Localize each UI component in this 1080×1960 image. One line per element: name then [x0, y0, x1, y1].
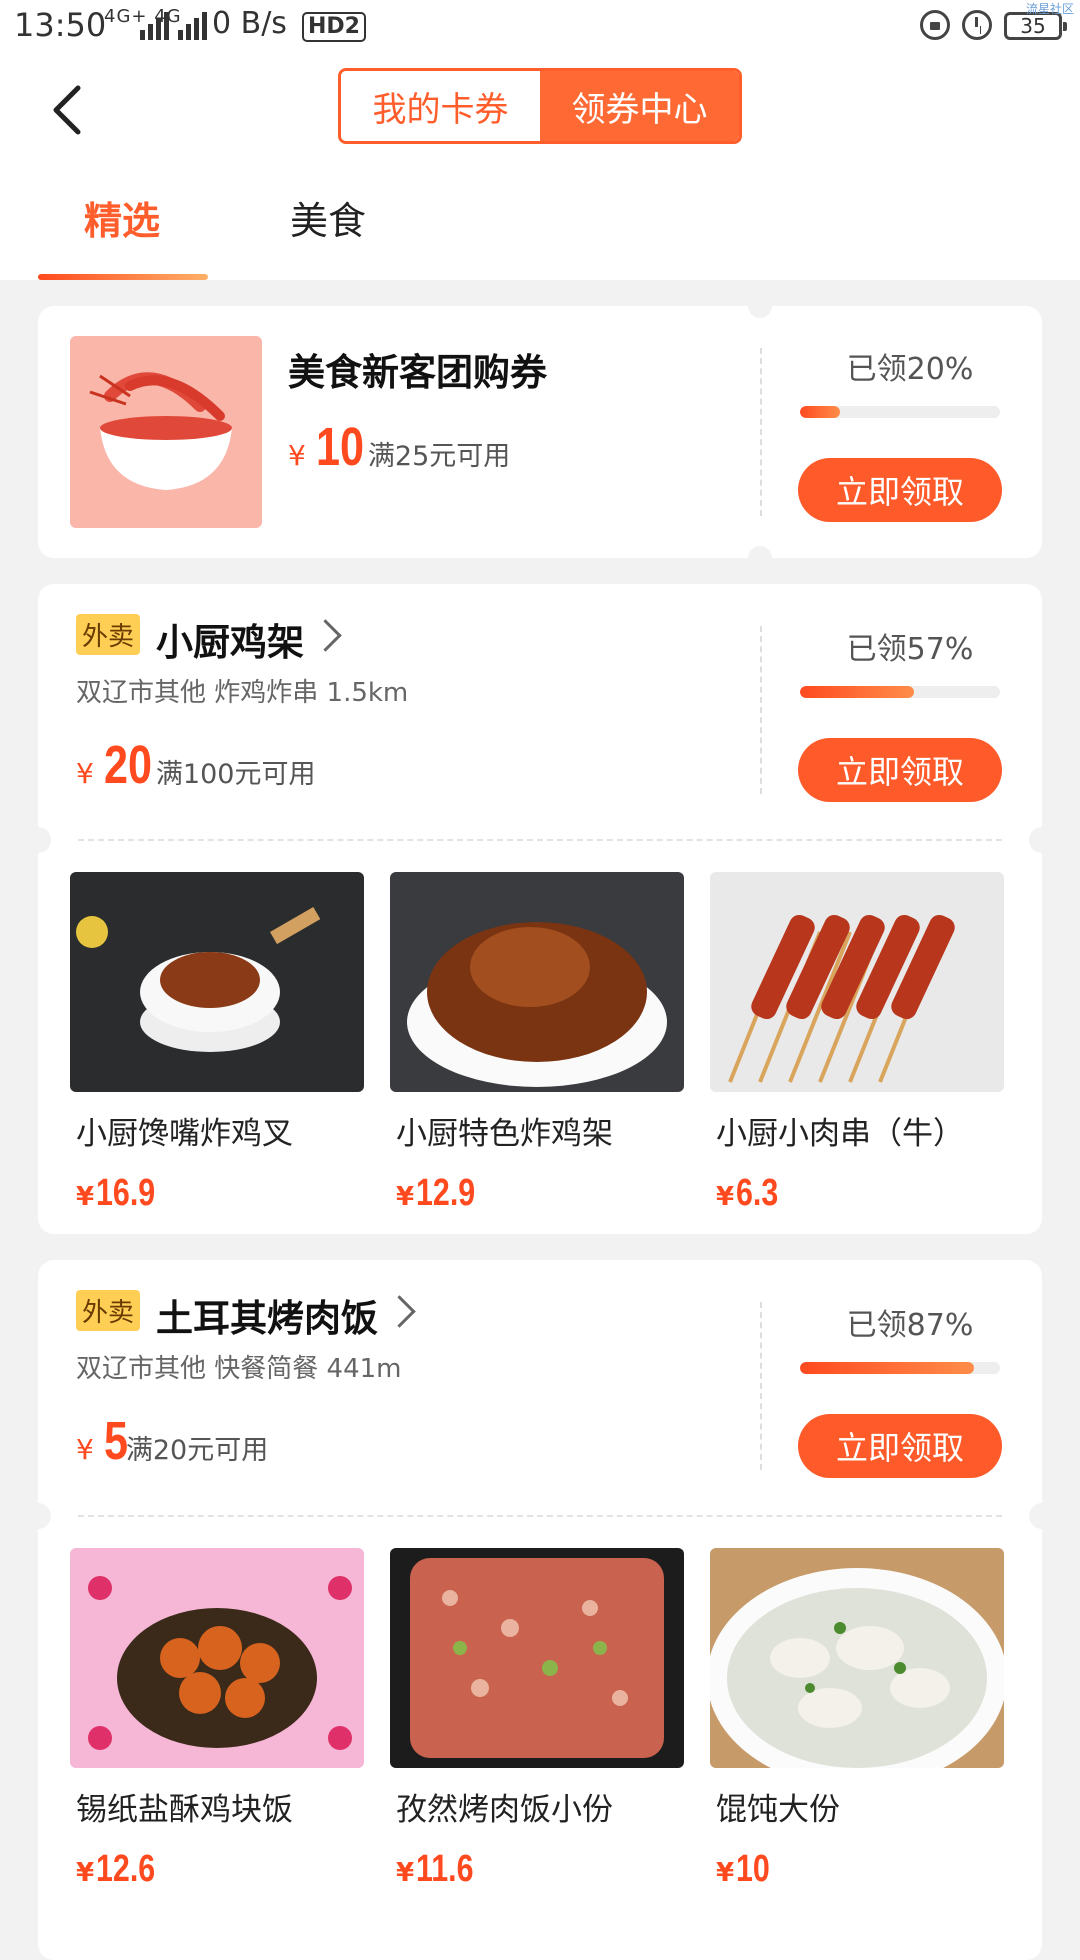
product-name[interactable]: 锡纸盐酥鸡块饭	[76, 1784, 293, 1829]
hd-icon: HD2	[302, 12, 366, 42]
currency-symbol: ¥	[716, 1182, 735, 1212]
currency-symbol: ¥	[76, 1433, 94, 1466]
currency-symbol: ¥	[716, 1858, 735, 1888]
store-name[interactable]: 小厨鸡架	[156, 612, 304, 666]
currency-symbol: ¥	[76, 1182, 95, 1212]
coupon-amount: 20	[103, 735, 152, 795]
price-value: 12.9	[416, 1172, 476, 1214]
product-price: ¥16.9	[76, 1172, 170, 1215]
price-value: 6.3	[736, 1172, 779, 1214]
store-coupon-card: 外卖 小厨鸡架 双辽市其他 炸鸡炸串 1.5km ¥ 20 满100元可用 已领…	[25, 584, 1055, 1234]
product-name[interactable]: 馄饨大份	[716, 1784, 840, 1829]
product-price: ¥11.6	[396, 1848, 488, 1891]
price-value: 12.6	[96, 1848, 156, 1890]
store-coupon-card: 外卖 土耳其烤肉饭 双辽市其他 快餐简餐 441m ¥ 5 满20元可用 已领8…	[25, 1260, 1055, 1960]
tab-food[interactable]: 美食	[290, 190, 366, 245]
store-info: 双辽市其他 快餐简餐 441m	[76, 1354, 402, 1384]
net-speed: 0 B/s	[212, 6, 287, 41]
product-name[interactable]: 小厨馋嘴炸鸡叉	[76, 1108, 293, 1153]
currency-symbol: ¥	[396, 1182, 415, 1212]
product-image[interactable]	[390, 872, 684, 1092]
product-price: ¥12.6	[76, 1848, 170, 1891]
watermark: 流星社区	[1025, 2, 1074, 16]
price-value: 11.6	[416, 1848, 474, 1890]
status-time: 13:50	[14, 6, 107, 44]
signal-icon-2	[178, 10, 207, 40]
tab-featured[interactable]: 精选	[84, 190, 160, 245]
product-image[interactable]	[70, 872, 364, 1092]
signal-icon	[140, 10, 169, 40]
price-value: 16.9	[96, 1172, 156, 1214]
segment-my-coupons[interactable]: 我的卡券	[341, 71, 540, 141]
coupon-condition: 满25元可用	[367, 441, 511, 472]
coupon-price: ¥ 10 满25元可用	[288, 416, 510, 478]
claim-button[interactable]: 立即领取	[798, 458, 1002, 522]
rotation-lock-icon	[920, 10, 950, 40]
coupon-condition: 满20元可用	[125, 1435, 269, 1466]
delivery-tag: 外卖	[76, 1290, 141, 1331]
coupon-price: ¥ 5 满20元可用	[76, 1410, 268, 1472]
product-image[interactable]	[70, 1548, 364, 1768]
product-image[interactable]	[710, 872, 1004, 1092]
coupon-image	[70, 336, 262, 528]
segment-coupon-center[interactable]: 领券中心	[540, 71, 739, 141]
alarm-icon	[962, 10, 992, 40]
product-image[interactable]	[710, 1548, 1004, 1768]
coupon-amount: 10	[315, 417, 364, 477]
chevron-right-icon[interactable]	[309, 619, 342, 652]
claim-button[interactable]: 立即领取	[798, 1414, 1002, 1478]
coupon-title: 美食新客团购券	[288, 351, 547, 394]
product-name[interactable]: 小厨特色炸鸡架	[396, 1108, 613, 1153]
price-value: 10	[736, 1848, 770, 1890]
claimed-text: 已领57%	[846, 632, 974, 667]
tab-indicator	[38, 274, 208, 280]
store-info: 双辽市其他 炸鸡炸串 1.5km	[76, 678, 409, 708]
claimed-text: 已领20%	[846, 352, 974, 387]
currency-symbol: ¥	[76, 1858, 95, 1888]
coupon-price: ¥ 20 满100元可用	[76, 734, 315, 796]
chevron-right-icon[interactable]	[383, 1295, 416, 1328]
claimed-progress	[800, 1362, 1000, 1374]
store-name[interactable]: 土耳其烤肉饭	[156, 1288, 378, 1342]
coupon-card: 美食新客团购券 ¥ 10 满25元可用 已领20% 立即领取	[38, 294, 1042, 570]
product-price: ¥10	[716, 1848, 778, 1891]
product-name[interactable]: 小厨小肉串（牛）	[716, 1108, 964, 1153]
category-tabs: 精选 美食	[0, 190, 1080, 280]
product-price: ¥6.3	[716, 1172, 789, 1215]
claimed-progress	[800, 686, 1000, 698]
delivery-tag: 外卖	[76, 614, 141, 655]
coupon-condition: 满100元可用	[155, 759, 316, 790]
product-image[interactable]	[390, 1548, 684, 1768]
product-name[interactable]: 孜然烤肉饭小份	[396, 1784, 613, 1829]
claimed-progress	[800, 406, 1000, 418]
coupon-amount: 5	[103, 1411, 128, 1471]
claim-button[interactable]: 立即领取	[798, 738, 1002, 802]
currency-symbol: ¥	[288, 439, 306, 472]
segment-control: 我的卡券 领券中心	[338, 68, 742, 144]
currency-symbol: ¥	[76, 757, 94, 790]
currency-symbol: ¥	[396, 1858, 415, 1888]
header: 我的卡券 领券中心 精选 美食	[0, 54, 1080, 280]
product-price: ¥12.9	[396, 1172, 490, 1215]
back-icon[interactable]	[44, 82, 100, 138]
claimed-text: 已领87%	[846, 1308, 974, 1343]
status-bar: 13:50 4G+ 4G 0 B/s HD2 35 流星社区	[0, 0, 1080, 54]
